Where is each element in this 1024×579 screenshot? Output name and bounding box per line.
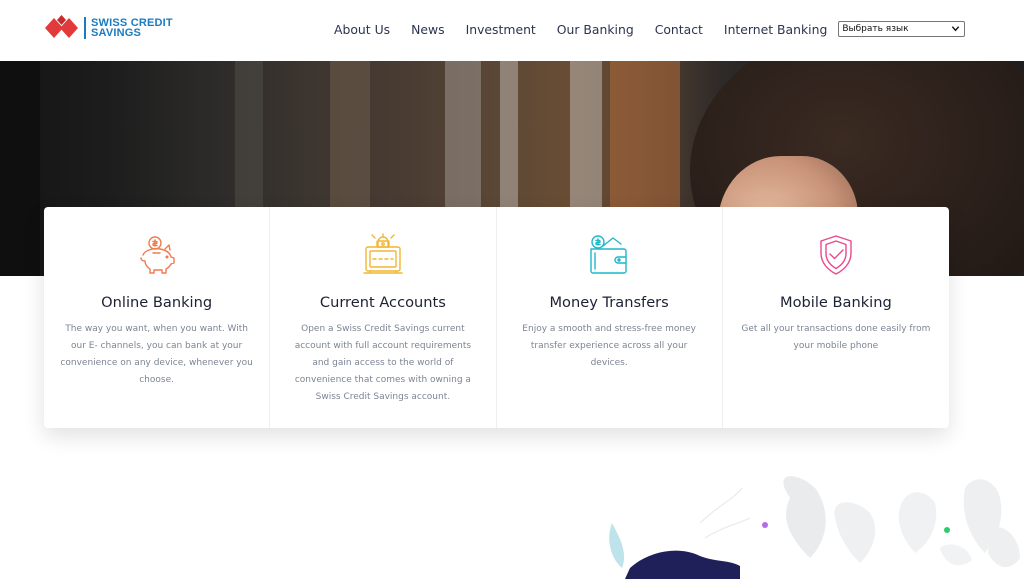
nav-investment[interactable]: Investment <box>466 22 536 37</box>
language-select-value: Выбрать язык <box>842 24 909 34</box>
card-mobile-banking[interactable]: Mobile Banking Get all your transactions… <box>723 207 949 428</box>
card-description: Enjoy a smooth and stress-free money tra… <box>522 324 696 368</box>
card-title: Online Banking <box>101 294 213 311</box>
nav-our-banking[interactable]: Our Banking <box>557 22 634 37</box>
wave-decoration <box>625 550 740 579</box>
language-select[interactable]: Выбрать язык <box>838 21 966 37</box>
card-money-transfers[interactable]: Money Transfers Enjoy a smooth and stres… <box>497 207 723 428</box>
logo-divider <box>84 17 86 39</box>
shield-check-icon <box>820 235 852 275</box>
piggy-bank-icon <box>139 236 175 274</box>
wallet-money-icon <box>590 235 627 274</box>
nav-contact[interactable]: Contact <box>655 22 703 37</box>
safe-lock-icon <box>363 233 403 274</box>
hero-shadow <box>0 61 40 276</box>
site-header: SWISS CREDIT SAVINGS About Us News Inves… <box>0 0 1024 61</box>
nav-internet-banking[interactable]: Internet Banking <box>724 22 827 37</box>
leaf-decoration <box>609 523 625 568</box>
decorative-illustration <box>609 476 1020 579</box>
dot-decoration <box>762 522 768 528</box>
main-nav: About Us News Investment Our Banking Con… <box>334 21 966 37</box>
leaf-decoration <box>699 476 1020 568</box>
card-online-banking[interactable]: Online Banking The way you want, when yo… <box>44 207 271 428</box>
services-panel: Online Banking The way you want, when yo… <box>44 207 949 428</box>
nav-news[interactable]: News <box>411 22 444 37</box>
card-current-accounts[interactable]: Current Accounts Open a Swiss Credit Sav… <box>270 207 497 428</box>
card-description: Open a Swiss Credit Savings current acco… <box>294 324 472 402</box>
card-title: Money Transfers <box>549 294 669 311</box>
dot-decoration <box>944 527 950 533</box>
card-title: Mobile Banking <box>780 294 892 311</box>
nav-about-us[interactable]: About Us <box>334 22 390 37</box>
brand-logo[interactable]: SWISS CREDIT SAVINGS <box>44 15 173 41</box>
brand-name-line2: SAVINGS <box>91 27 142 39</box>
logo-diamonds-icon <box>45 15 78 38</box>
card-description: The way you want, when you want. With ou… <box>60 324 253 385</box>
card-description: Get all your transactions done easily fr… <box>741 324 931 351</box>
brand-name: SWISS CREDIT SAVINGS <box>91 18 173 39</box>
card-title: Current Accounts <box>319 294 446 311</box>
chevron-down-icon <box>952 26 960 32</box>
